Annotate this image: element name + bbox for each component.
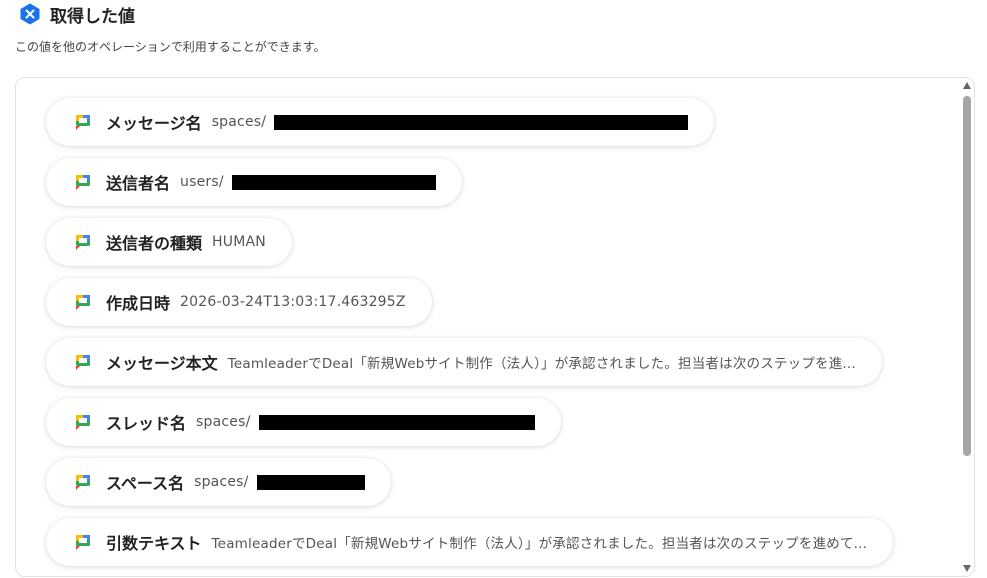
value-text: spaces/ [194,474,249,490]
value-chip-sender-type[interactable]: 送信者の種類 HUMAN [46,218,292,266]
scroll-down-arrow-icon[interactable] [963,565,971,572]
google-chat-icon [74,473,92,491]
close-icon [18,2,42,26]
redaction-bar [274,114,689,130]
google-chat-icon [74,533,92,551]
value-chip-space-name[interactable]: スペース名 spaces/ [46,458,391,506]
value-text: TeamleaderでDeal「新規Webサイト制作（法人）」が承認されました。… [211,536,868,552]
google-chat-icon [74,293,92,311]
page-title: 取得した値 [50,6,135,27]
page-subtitle: この値を他のオペレーションで利用することができます。 [15,40,326,54]
scrollbar-thumb[interactable] [963,96,971,456]
value-label: スペース名 [106,474,185,493]
value-text: spaces/ [211,114,267,130]
scrollbar[interactable] [960,78,974,576]
value-chip-sender-name[interactable]: 送信者名 users/ [46,158,462,206]
header: 取得した値 [18,2,135,27]
value-chip-argument-text[interactable]: 引数テキスト TeamleaderでDeal「新規Webサイト制作（法人）」が承… [46,518,894,566]
value-label: 作成日時 [106,294,171,313]
value-label: 送信者名 [106,174,171,193]
value-text: spaces/ [196,414,251,430]
value-text: TeamleaderでDeal「新規Webサイト制作（法人）」が承認されました。… [227,356,856,372]
value-chip-message-body[interactable]: メッセージ本文 TeamleaderでDeal「新規Webサイト制作（法人）」が… [46,338,882,386]
google-chat-icon [74,413,92,431]
value-text: users/ [180,174,224,190]
value-chip-created-at[interactable]: 作成日時 2026-03-24T13:03:17.463295Z [46,278,432,326]
google-chat-icon [74,173,92,191]
value-chip-message-name[interactable]: メッセージ名 spaces/ [46,98,715,146]
value-label: スレッド名 [106,414,187,433]
value-label: メッセージ名 [106,114,202,133]
values-panel: メッセージ名 spaces/ 送信者名 users/ 送信者の種類 HUMAN … [15,77,975,577]
value-label: 送信者の種類 [106,234,203,253]
redaction-bar [231,174,436,190]
value-text: 2026-03-24T13:03:17.463295Z [180,294,406,310]
value-chip-thread-name[interactable]: スレッド名 spaces/ [46,398,561,446]
google-chat-icon [74,233,92,251]
value-label: メッセージ本文 [106,354,218,373]
redaction-bar [258,414,535,430]
scroll-up-arrow-icon[interactable] [963,82,971,89]
value-text: HUMAN [212,234,266,250]
redaction-bar [256,474,365,490]
google-chat-icon [74,113,92,131]
value-label: 引数テキスト [106,534,202,553]
value-list: メッセージ名 spaces/ 送信者名 users/ 送信者の種類 HUMAN … [46,98,894,576]
google-chat-icon [74,353,92,371]
